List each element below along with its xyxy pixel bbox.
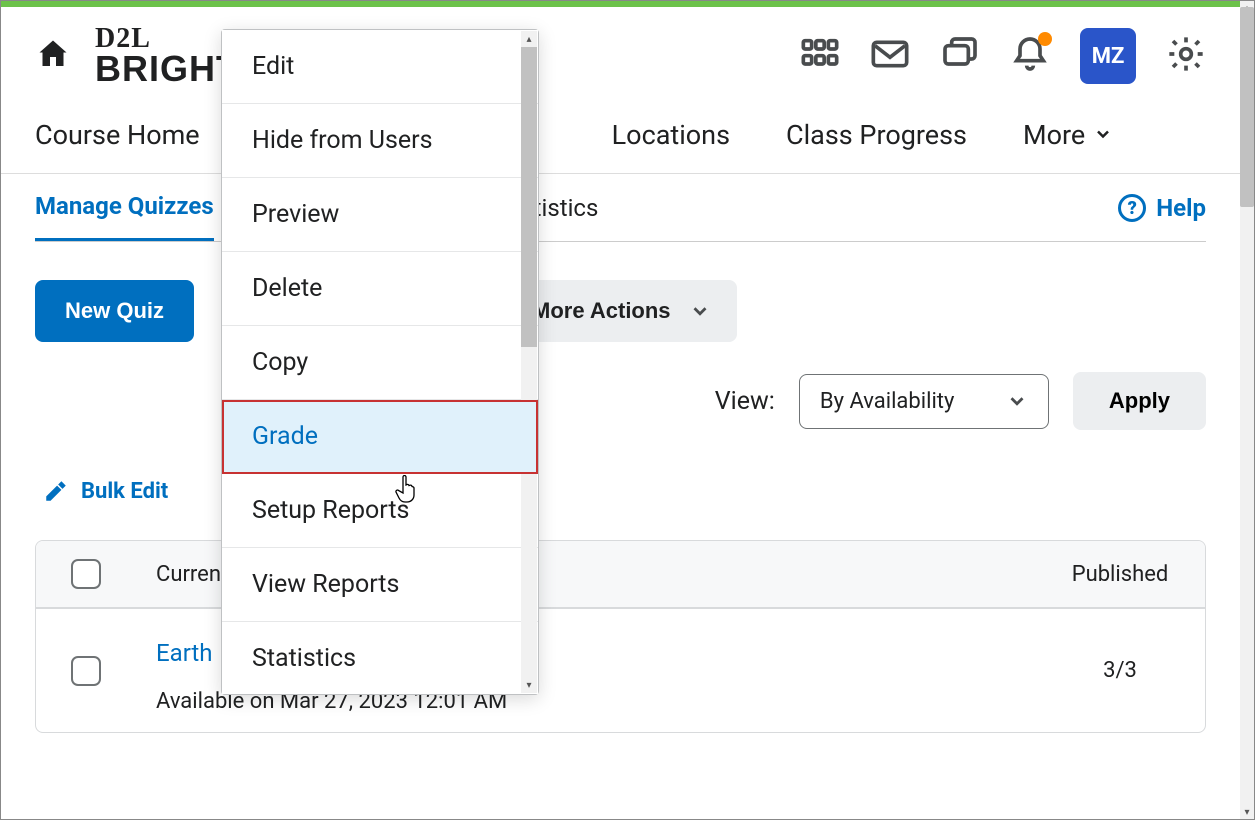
- menu-inner: Edit Hide from Users Preview Delete Copy…: [222, 30, 538, 694]
- subtab-partial[interactable]: tistics: [534, 194, 599, 240]
- avatar-initials: MZ: [1092, 44, 1125, 69]
- menu-item-setup-reports[interactable]: Setup Reports: [222, 474, 538, 548]
- menu-item-hide[interactable]: Hide from Users: [222, 104, 538, 178]
- menu-item-statistics[interactable]: Statistics: [222, 622, 538, 694]
- bulk-edit-label: Bulk Edit: [81, 479, 168, 504]
- discussions-icon[interactable]: [940, 34, 980, 78]
- menu-scroll-down-icon[interactable]: ▾: [521, 677, 537, 693]
- help-link[interactable]: ? Help: [1118, 194, 1206, 240]
- menu-item-preview[interactable]: Preview: [222, 178, 538, 252]
- help-icon: ?: [1118, 194, 1146, 222]
- header-checkbox-cell: [36, 541, 136, 607]
- quiz-title-link[interactable]: Earth: [156, 639, 212, 667]
- subtab-manage-quizzes[interactable]: Manage Quizzes: [35, 192, 214, 242]
- page-scrollbar[interactable]: ▴ ▾: [1240, 1, 1254, 819]
- view-selected-value: By Availability: [820, 389, 955, 414]
- chevron-down-icon: [689, 300, 711, 322]
- menu-item-copy[interactable]: Copy: [222, 326, 538, 400]
- apply-button[interactable]: Apply: [1073, 372, 1206, 430]
- topbar: D2L BRIGHTS MZ: [1, 7, 1240, 109]
- topbar-right: MZ: [800, 28, 1206, 84]
- nav-more-label: More: [1023, 119, 1085, 151]
- table-header: Curren Published: [36, 541, 1205, 609]
- settings-gear-icon[interactable]: [1166, 34, 1206, 78]
- apps-grid-icon[interactable]: [800, 34, 840, 78]
- course-nav: Course Home Locations Class Progress Mor…: [1, 109, 1240, 174]
- subtabs-underline: [35, 241, 1206, 242]
- table-row: Earth Available on Mar 27, 2023 12:01 AM…: [36, 609, 1205, 732]
- menu-item-edit[interactable]: Edit: [222, 30, 538, 104]
- row-checkbox[interactable]: [71, 656, 101, 686]
- help-label: Help: [1156, 194, 1206, 222]
- view-label: View:: [715, 387, 775, 416]
- bulk-edit-row: Bulk Edit: [1, 430, 1240, 524]
- menu-scrollbar-thumb[interactable]: [521, 47, 537, 347]
- menu-item-grade[interactable]: Grade: [222, 400, 538, 474]
- menu-item-delete[interactable]: Delete: [222, 252, 538, 326]
- app-body: D2L BRIGHTS MZ: [1, 7, 1240, 819]
- row-published: 3/3: [1035, 640, 1205, 701]
- notifications-bell-icon[interactable]: [1010, 34, 1050, 78]
- select-all-checkbox[interactable]: [71, 559, 101, 589]
- home-icon[interactable]: [35, 36, 71, 76]
- scroll-down-arrow-icon[interactable]: ▾: [1240, 805, 1254, 819]
- quiz-toolbar: New Quiz More Actions: [1, 242, 1240, 342]
- col-header-published[interactable]: Published: [1035, 544, 1205, 605]
- app-frame: ▴ ▾ D2L BRIGHTS: [0, 0, 1255, 820]
- messages-icon[interactable]: [870, 34, 910, 78]
- quiz-context-menu: Edit Hide from Users Preview Delete Copy…: [221, 29, 539, 695]
- row-checkbox-cell: [36, 638, 136, 704]
- more-actions-button[interactable]: More Actions: [506, 280, 737, 342]
- nav-more[interactable]: More: [1023, 119, 1113, 151]
- quiz-table: Curren Published Earth Available on Mar …: [35, 540, 1206, 733]
- pencil-icon: [43, 478, 69, 504]
- notification-dot-icon: [1038, 32, 1052, 46]
- nav-course-home[interactable]: Course Home: [35, 119, 200, 151]
- nav-locations[interactable]: Locations: [612, 119, 730, 151]
- menu-scrollbar[interactable]: ▴ ▾: [521, 31, 537, 693]
- view-select[interactable]: By Availability: [799, 374, 1049, 429]
- nav-class-progress[interactable]: Class Progress: [786, 119, 967, 151]
- new-quiz-button[interactable]: New Quiz: [35, 280, 194, 342]
- menu-item-view-reports[interactable]: View Reports: [222, 548, 538, 622]
- menu-scroll-up-icon[interactable]: ▴: [521, 31, 537, 47]
- view-row: View: By Availability Apply: [1, 342, 1240, 430]
- page-scrollbar-thumb[interactable]: [1240, 7, 1254, 207]
- chevron-down-icon: [1006, 390, 1028, 412]
- quiz-subtabs: Manage Quizzes tistics ? Help: [1, 174, 1240, 242]
- bulk-edit-link[interactable]: Bulk Edit: [43, 478, 1206, 504]
- user-avatar[interactable]: MZ: [1080, 28, 1136, 84]
- more-actions-label: More Actions: [532, 298, 671, 324]
- chevron-down-icon: [1093, 119, 1113, 151]
